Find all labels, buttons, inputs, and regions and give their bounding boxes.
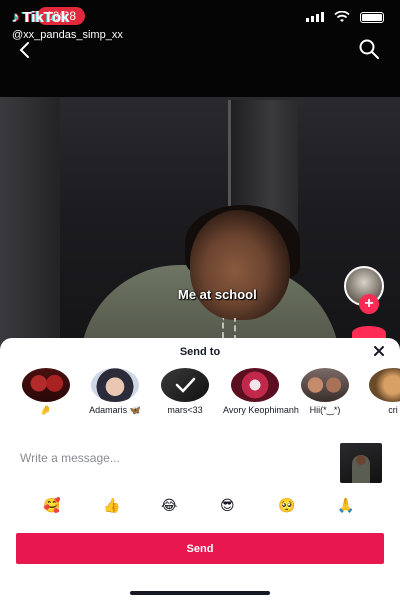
app-logo: ♪ TikTok [12, 9, 69, 26]
video-thumbnail [340, 443, 382, 483]
message-input[interactable] [20, 447, 320, 469]
contact-avatar [301, 368, 349, 402]
thumbnail-head [356, 455, 366, 465]
emoji-tears-of-joy-button[interactable]: 😂 [161, 498, 177, 514]
contact-avatar [369, 368, 400, 402]
status-icons [306, 11, 384, 23]
emoji-sunglasses-button[interactable]: 😎 [220, 498, 235, 514]
contact-item[interactable]: cri [361, 368, 400, 416]
emoji-reply-row: 🥰 👍 😂 😎 🥺 🙏 [0, 498, 400, 522]
back-arrow-icon[interactable] [16, 40, 38, 60]
share-sheet-title: Send to [179, 346, 221, 358]
video-subject-face [190, 210, 290, 320]
contact-name: mars<33 [167, 405, 203, 415]
home-indicator [130, 591, 270, 595]
share-sheet: Send to 🤌 Adamaris 🦋 mars<33 Avory Keoph… [0, 338, 400, 600]
contact-list: 🤌 Adamaris 🦋 mars<33 Avory Keophimanh Hi… [0, 368, 400, 430]
contact-name: Hii(*‿*) [309, 405, 341, 415]
battery-icon [360, 11, 384, 23]
app-logo-text: TikTok [22, 9, 70, 26]
contact-item[interactable]: mars<33 [153, 368, 217, 416]
emoji-smiling-hearts-button[interactable]: 🥰 [43, 498, 60, 514]
wifi-icon [334, 11, 350, 22]
contact-item[interactable]: 🤌 [14, 368, 78, 416]
tiktok-note-icon: ♪ [12, 9, 20, 26]
contact-item[interactable]: Hii(*‿*) [293, 368, 357, 416]
send-button[interactable]: Send [16, 533, 384, 564]
video-background-wall [0, 97, 60, 357]
search-icon[interactable] [358, 38, 380, 60]
contact-name: 🤌 [40, 405, 52, 415]
selected-check-icon [175, 377, 196, 393]
follow-plus-icon[interactable]: + [359, 294, 379, 314]
emoji-pleading-button[interactable]: 🥺 [278, 498, 295, 514]
emoji-thumbs-up-button[interactable]: 👍 [103, 498, 120, 514]
contact-avatar [231, 368, 279, 402]
contact-avatar [91, 368, 139, 402]
close-icon[interactable] [372, 344, 386, 358]
contact-name: Adamaris 🦋 [89, 405, 141, 415]
video-caption: Me at school [178, 287, 257, 302]
contact-item[interactable]: Adamaris 🦋 [83, 368, 147, 416]
contact-name: Avory Keophimanh [223, 405, 299, 415]
contact-name: cri [388, 405, 398, 415]
contact-avatar [22, 368, 70, 402]
message-row [20, 443, 385, 488]
emoji-folded-hands-button[interactable]: 🙏 [337, 498, 354, 514]
contact-item[interactable]: Avory Keophimanh [223, 368, 299, 416]
cellular-signal-icon [306, 12, 324, 22]
contact-avatar [161, 368, 209, 402]
